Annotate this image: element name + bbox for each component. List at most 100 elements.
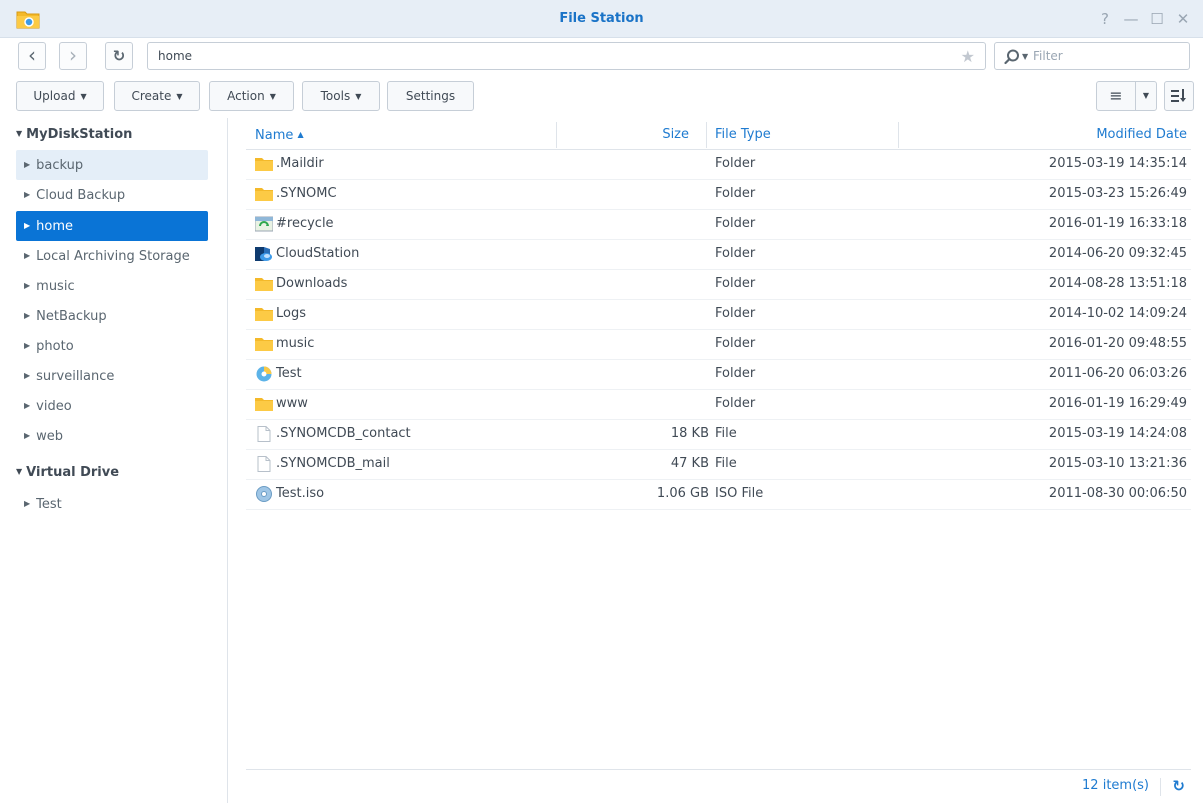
action-button[interactable]: Action ▼ — [209, 81, 294, 111]
sidebar-item-music[interactable]: ▶ music — [16, 271, 208, 301]
collapsed-caret-icon: ▶ — [24, 341, 31, 350]
table-row[interactable]: www Folder 2016-01-19 16:29:49 — [246, 390, 1191, 420]
collapsed-caret-icon: ▶ — [24, 401, 31, 410]
file-name: Test — [276, 366, 302, 381]
file-name: .SYNOMCDB_contact — [276, 426, 411, 441]
settings-button[interactable]: Settings — [387, 81, 474, 111]
table-row[interactable]: .Maildir Folder 2015-03-19 14:35:14 — [246, 150, 1191, 180]
tree-root-virtual-drive[interactable]: ▼ Virtual Drive — [16, 458, 119, 486]
folder-icon — [255, 398, 273, 411]
maximize-icon[interactable]: ☐ — [1146, 8, 1168, 30]
view-dropdown-button[interactable]: ▼ — [1135, 81, 1157, 111]
column-header-name[interactable]: Name ▲ — [255, 120, 304, 150]
caret-down-icon: ▼ — [269, 92, 276, 101]
table-row[interactable]: Test.iso 1.06 GB ISO File 2011-08-30 00:… — [246, 480, 1191, 510]
file-name: #recycle — [276, 216, 334, 231]
sort-button[interactable] — [1164, 81, 1194, 111]
list-header: Name ▲ Size File Type Modified Date — [246, 120, 1191, 150]
sidebar-item-netbackup[interactable]: ▶ NetBackup — [16, 301, 208, 331]
tools-label: Tools — [320, 89, 351, 103]
favorite-star-icon[interactable]: ★ — [961, 47, 975, 66]
forward-arrow-icon: › — [69, 43, 77, 67]
modified-date: 2016-01-20 09:48:55 — [1048, 336, 1187, 351]
table-row[interactable]: Test Folder 2011-06-20 06:03:26 — [246, 360, 1191, 390]
sidebar-item-label: Local Archiving Storage — [36, 249, 190, 264]
file-type: Folder — [715, 246, 756, 261]
file-type: File — [715, 426, 737, 441]
collapsed-caret-icon: ▶ — [24, 281, 31, 290]
sidebar-item-test[interactable]: ▶ Test — [16, 489, 208, 519]
close-icon[interactable]: ✕ — [1172, 8, 1194, 30]
collapsed-caret-icon: ▶ — [24, 160, 31, 169]
file-type: Folder — [715, 306, 756, 321]
sidebar-item-home[interactable]: ▶ home — [16, 211, 208, 241]
modified-date: 2015-03-23 15:26:49 — [1048, 186, 1187, 201]
upload-button[interactable]: Upload ▼ — [16, 81, 104, 111]
iso-disc-icon — [256, 486, 272, 502]
table-row[interactable]: #recycle Folder 2016-01-19 16:33:18 — [246, 210, 1191, 240]
folder-icon — [255, 188, 273, 201]
file-type: Folder — [715, 396, 756, 411]
sidebar-item-surveillance[interactable]: ▶ surveillance — [16, 361, 208, 391]
sidebar-item-local-archiving-storage[interactable]: ▶ Local Archiving Storage — [16, 241, 208, 271]
folder-icon — [255, 338, 273, 351]
sort-ascending-icon: ▲ — [297, 130, 304, 139]
path-input[interactable]: home ★ — [147, 42, 986, 70]
back-button[interactable]: ‹ — [18, 42, 46, 70]
sidebar-item-photo[interactable]: ▶ photo — [16, 331, 208, 361]
virtual-drive-icon — [256, 366, 272, 382]
sidebar-item-backup[interactable]: ▶ backup — [16, 150, 208, 180]
folder-icon — [255, 308, 273, 321]
column-separator[interactable] — [556, 122, 557, 148]
sidebar-item-video[interactable]: ▶ video — [16, 391, 208, 421]
forward-button[interactable]: › — [59, 42, 87, 70]
column-separator[interactable] — [706, 122, 707, 148]
table-row[interactable]: .SYNOMCDB_mail 47 KB File 2015-03-10 13:… — [246, 450, 1191, 480]
table-row[interactable]: Downloads Folder 2014-08-28 13:51:18 — [246, 270, 1191, 300]
sidebar-item-label: Cloud Backup — [36, 188, 126, 203]
settings-label: Settings — [405, 89, 456, 103]
help-icon[interactable]: ? — [1094, 8, 1116, 30]
filter-dropdown-icon[interactable]: ▼ — [1022, 52, 1028, 61]
file-name: .Maildir — [276, 156, 324, 171]
modified-date: 2011-06-20 06:03:26 — [1048, 366, 1187, 381]
table-row[interactable]: music Folder 2016-01-20 09:48:55 — [246, 330, 1191, 360]
modified-date: 2014-10-02 14:09:24 — [1048, 306, 1187, 321]
cloudstation-folder-icon — [255, 247, 272, 261]
table-row[interactable]: CloudStation Folder 2014-06-20 09:32:45 — [246, 240, 1191, 270]
tools-button[interactable]: Tools ▼ — [302, 81, 380, 111]
recycle-folder-icon — [255, 216, 273, 232]
status-bar: 12 item(s) ↻ — [246, 769, 1191, 803]
folder-tree: ▼ MyDiskStation ▶ backup ▶ Cloud Backup ▶ ho… — [0, 118, 228, 803]
column-separator[interactable] — [898, 122, 899, 148]
sidebar-item-label: NetBackup — [36, 309, 107, 324]
sidebar-item-label: Test — [36, 497, 62, 512]
file-size: 18 KB — [670, 426, 709, 441]
list-view-button[interactable]: ≡ — [1096, 81, 1136, 111]
modified-date: 2015-03-19 14:35:14 — [1048, 156, 1187, 171]
column-header-size[interactable]: Size — [662, 120, 689, 150]
modified-date: 2015-03-19 14:24:08 — [1048, 426, 1187, 441]
sidebar-item-cloud-backup[interactable]: ▶ Cloud Backup — [16, 180, 208, 210]
sidebar-item-web[interactable]: ▶ web — [16, 421, 208, 451]
create-button[interactable]: Create ▼ — [114, 81, 200, 111]
collapsed-caret-icon: ▶ — [24, 190, 31, 199]
table-row[interactable]: .SYNOMC Folder 2015-03-23 15:26:49 — [246, 180, 1191, 210]
refresh-icon[interactable]: ↻ — [1172, 777, 1185, 795]
filter-placeholder: Filter — [1033, 49, 1063, 63]
minimize-icon[interactable]: — — [1120, 8, 1142, 30]
caret-down-icon: ▼ — [355, 92, 362, 101]
refresh-button[interactable]: ↻ — [105, 42, 133, 70]
sidebar-item-label: home — [36, 219, 74, 234]
tree-root-mydiskstation[interactable]: ▼ MyDiskStation — [16, 120, 132, 148]
modified-date: 2014-08-28 13:51:18 — [1048, 276, 1187, 291]
column-header-file-type[interactable]: File Type — [715, 120, 771, 150]
expanded-caret-icon: ▼ — [16, 129, 23, 138]
folder-icon — [255, 278, 273, 291]
sidebar-item-label: photo — [36, 339, 74, 354]
column-header-modified-date[interactable]: Modified Date — [1096, 120, 1187, 150]
table-row[interactable]: Logs Folder 2014-10-02 14:09:24 — [246, 300, 1191, 330]
file-type: ISO File — [715, 486, 764, 501]
table-row[interactable]: .SYNOMCDB_contact 18 KB File 2015-03-19 … — [246, 420, 1191, 450]
filter-input[interactable]: ▼ Filter — [994, 42, 1190, 70]
